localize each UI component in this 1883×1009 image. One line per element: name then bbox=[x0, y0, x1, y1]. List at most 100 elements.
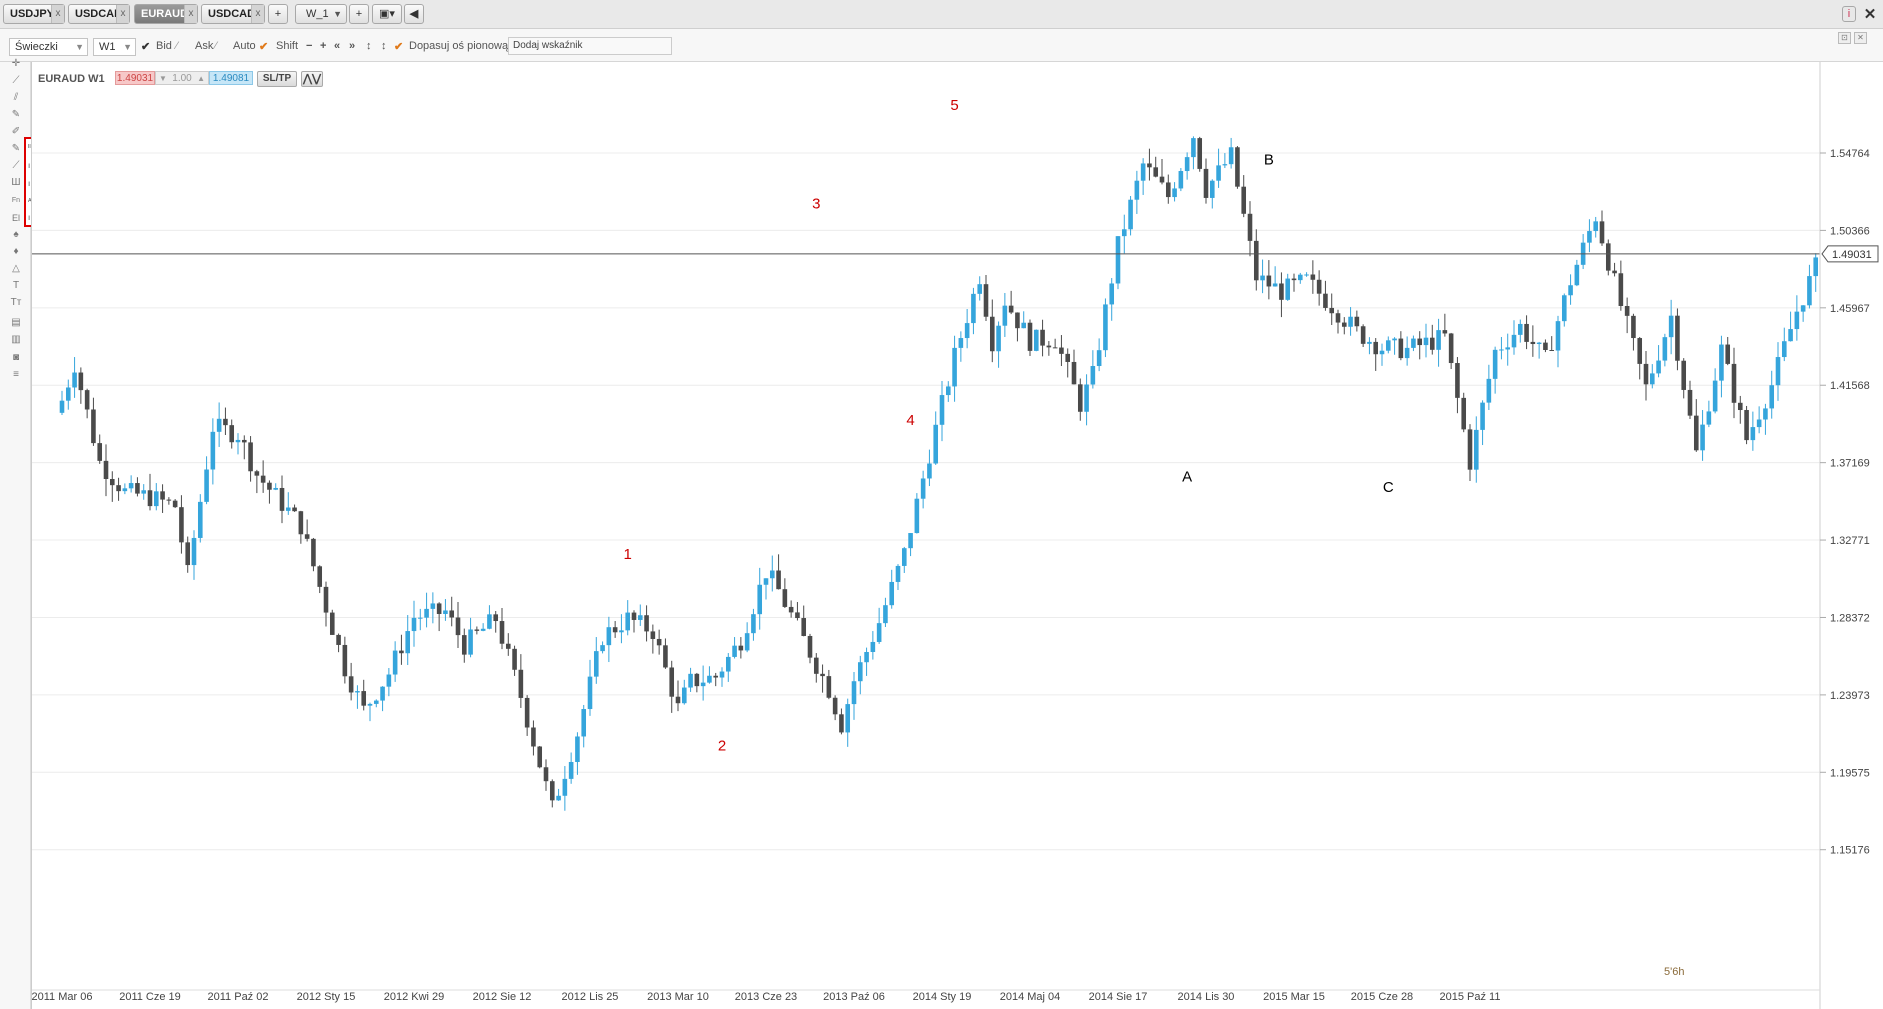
buy-price-button[interactable]: 1.49081 bbox=[209, 71, 253, 85]
time-tick-label: 2014 Lis 30 bbox=[1178, 991, 1235, 1003]
candle-body bbox=[713, 675, 719, 678]
candle-body bbox=[524, 697, 530, 728]
candle-body bbox=[430, 603, 436, 609]
wave-label: B bbox=[1264, 152, 1274, 169]
lot-down-icon[interactable]: ▼ bbox=[159, 72, 167, 86]
candle-body bbox=[1184, 157, 1190, 172]
candle-body bbox=[166, 499, 172, 501]
candle bbox=[1090, 350, 1096, 389]
candle bbox=[1360, 324, 1366, 348]
candle bbox=[468, 617, 473, 658]
candle-body bbox=[1467, 429, 1473, 470]
candle bbox=[493, 610, 499, 633]
candle bbox=[1624, 297, 1630, 334]
candle-body bbox=[732, 645, 737, 657]
wave-label: 2 bbox=[718, 738, 726, 755]
candle-body bbox=[1442, 330, 1448, 334]
price-chart[interactable]: 1.54764 1.50366 1.45967 1.41568 1.37169 1.327… bbox=[0, 0, 1883, 1009]
candle-body bbox=[1040, 329, 1045, 346]
line-style-button[interactable]: ⋀⋁ bbox=[301, 71, 323, 87]
candle-body bbox=[788, 606, 794, 613]
candle-body bbox=[883, 605, 888, 624]
candle-body bbox=[1335, 313, 1341, 323]
candle-body bbox=[304, 534, 310, 539]
candle bbox=[109, 471, 115, 502]
candle bbox=[543, 759, 549, 791]
lot-up-icon[interactable]: ▲ bbox=[197, 72, 205, 86]
candle bbox=[1530, 325, 1536, 357]
candle bbox=[355, 685, 360, 709]
candle bbox=[260, 460, 266, 493]
candle bbox=[386, 668, 392, 697]
lot-size-input[interactable]: ▼ 1.00 ▲ bbox=[155, 71, 209, 85]
candle bbox=[373, 699, 379, 708]
candle-body bbox=[1323, 293, 1328, 308]
candle bbox=[1750, 411, 1756, 451]
candle-body bbox=[1700, 424, 1705, 451]
candle-body bbox=[172, 500, 178, 508]
candle-body bbox=[1461, 397, 1467, 430]
candle bbox=[568, 752, 574, 784]
candle bbox=[971, 287, 976, 335]
candle bbox=[1178, 168, 1184, 192]
candle bbox=[1140, 158, 1146, 195]
candle-body bbox=[254, 471, 260, 476]
candle-body bbox=[91, 409, 96, 444]
sell-price-button[interactable]: 1.49031 bbox=[115, 71, 155, 85]
candle-body bbox=[1612, 270, 1617, 274]
candle-body bbox=[298, 511, 304, 535]
candle-body bbox=[1304, 274, 1309, 276]
time-tick-label: 2011 Paź 02 bbox=[208, 991, 269, 1003]
sltp-button[interactable]: SL/TP bbox=[257, 71, 297, 87]
line-chart-icon: ⋀⋁ bbox=[302, 73, 322, 85]
candle-body bbox=[795, 612, 800, 619]
candle-body bbox=[763, 578, 769, 585]
candle-body bbox=[908, 533, 913, 549]
candle bbox=[1656, 345, 1661, 378]
candle-body bbox=[135, 483, 140, 494]
candle bbox=[1687, 380, 1693, 419]
candle bbox=[637, 604, 643, 626]
candle-body bbox=[656, 638, 662, 646]
candle-body bbox=[1310, 274, 1316, 280]
candle-body bbox=[1084, 384, 1089, 412]
candle bbox=[656, 629, 662, 655]
candle bbox=[1492, 346, 1498, 394]
candle bbox=[857, 655, 863, 695]
candle-body bbox=[751, 614, 756, 634]
candle bbox=[1700, 410, 1705, 461]
candle bbox=[399, 634, 404, 665]
candle bbox=[1580, 234, 1586, 270]
candle-body bbox=[235, 439, 241, 443]
candle bbox=[122, 483, 128, 495]
candle bbox=[160, 484, 165, 513]
candle-body bbox=[355, 691, 360, 693]
candle bbox=[480, 623, 486, 632]
candle-body bbox=[386, 674, 392, 687]
candle-body bbox=[1712, 380, 1718, 412]
candle bbox=[216, 402, 222, 447]
candle bbox=[688, 667, 693, 692]
price-tick-label: 1.15176 bbox=[1830, 845, 1870, 857]
candle-body bbox=[1411, 338, 1416, 348]
candle bbox=[1335, 309, 1341, 334]
candle bbox=[179, 495, 184, 554]
candle-body bbox=[1737, 402, 1743, 411]
candle-body bbox=[707, 675, 712, 683]
candle bbox=[1040, 319, 1045, 357]
candle-body bbox=[1291, 278, 1297, 281]
candle bbox=[1046, 341, 1052, 356]
candle-body bbox=[285, 507, 291, 511]
candle bbox=[1574, 259, 1580, 287]
candle bbox=[1216, 148, 1221, 188]
candle bbox=[172, 499, 178, 509]
candle-body bbox=[1719, 344, 1724, 381]
candle bbox=[952, 335, 957, 402]
candle-body bbox=[1706, 411, 1712, 425]
candle bbox=[361, 679, 367, 711]
candle bbox=[681, 679, 687, 705]
candle bbox=[128, 475, 134, 493]
candle-body bbox=[1448, 333, 1454, 364]
candle bbox=[1744, 405, 1749, 445]
candle bbox=[336, 633, 341, 653]
